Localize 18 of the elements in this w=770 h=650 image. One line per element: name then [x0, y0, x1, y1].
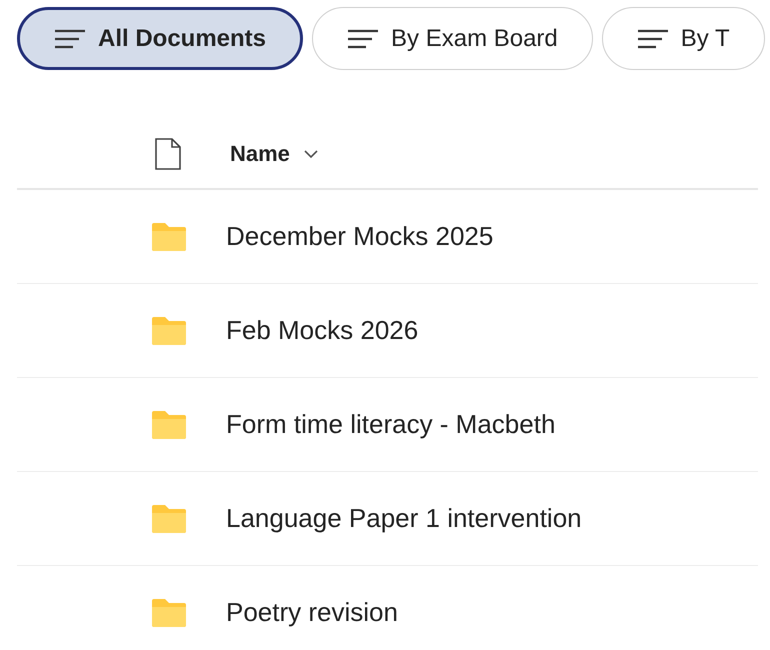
- folder-icon: [150, 222, 188, 252]
- folder-name[interactable]: December Mocks 2025: [226, 221, 494, 252]
- folder-icon: [150, 598, 188, 628]
- folder-icon: [150, 410, 188, 440]
- filter-lines-icon: [636, 28, 669, 48]
- folder-icon: [150, 316, 188, 346]
- folder-name[interactable]: Language Paper 1 intervention: [226, 503, 582, 534]
- file-type-icon: [154, 138, 182, 170]
- folder-name[interactable]: Feb Mocks 2026: [226, 315, 418, 346]
- view-tab[interactable]: By Exam Board: [312, 7, 593, 70]
- name-column-header[interactable]: Name: [230, 141, 318, 167]
- filter-lines-icon: [54, 28, 86, 48]
- folder-icon: [150, 504, 188, 534]
- folder-name[interactable]: Poetry revision: [226, 597, 398, 628]
- view-tab[interactable]: All Documents: [17, 7, 304, 70]
- folder-name[interactable]: Form time literacy - Macbeth: [226, 409, 556, 440]
- view-tab[interactable]: By T: [602, 7, 765, 70]
- filter-lines-icon: [347, 28, 380, 48]
